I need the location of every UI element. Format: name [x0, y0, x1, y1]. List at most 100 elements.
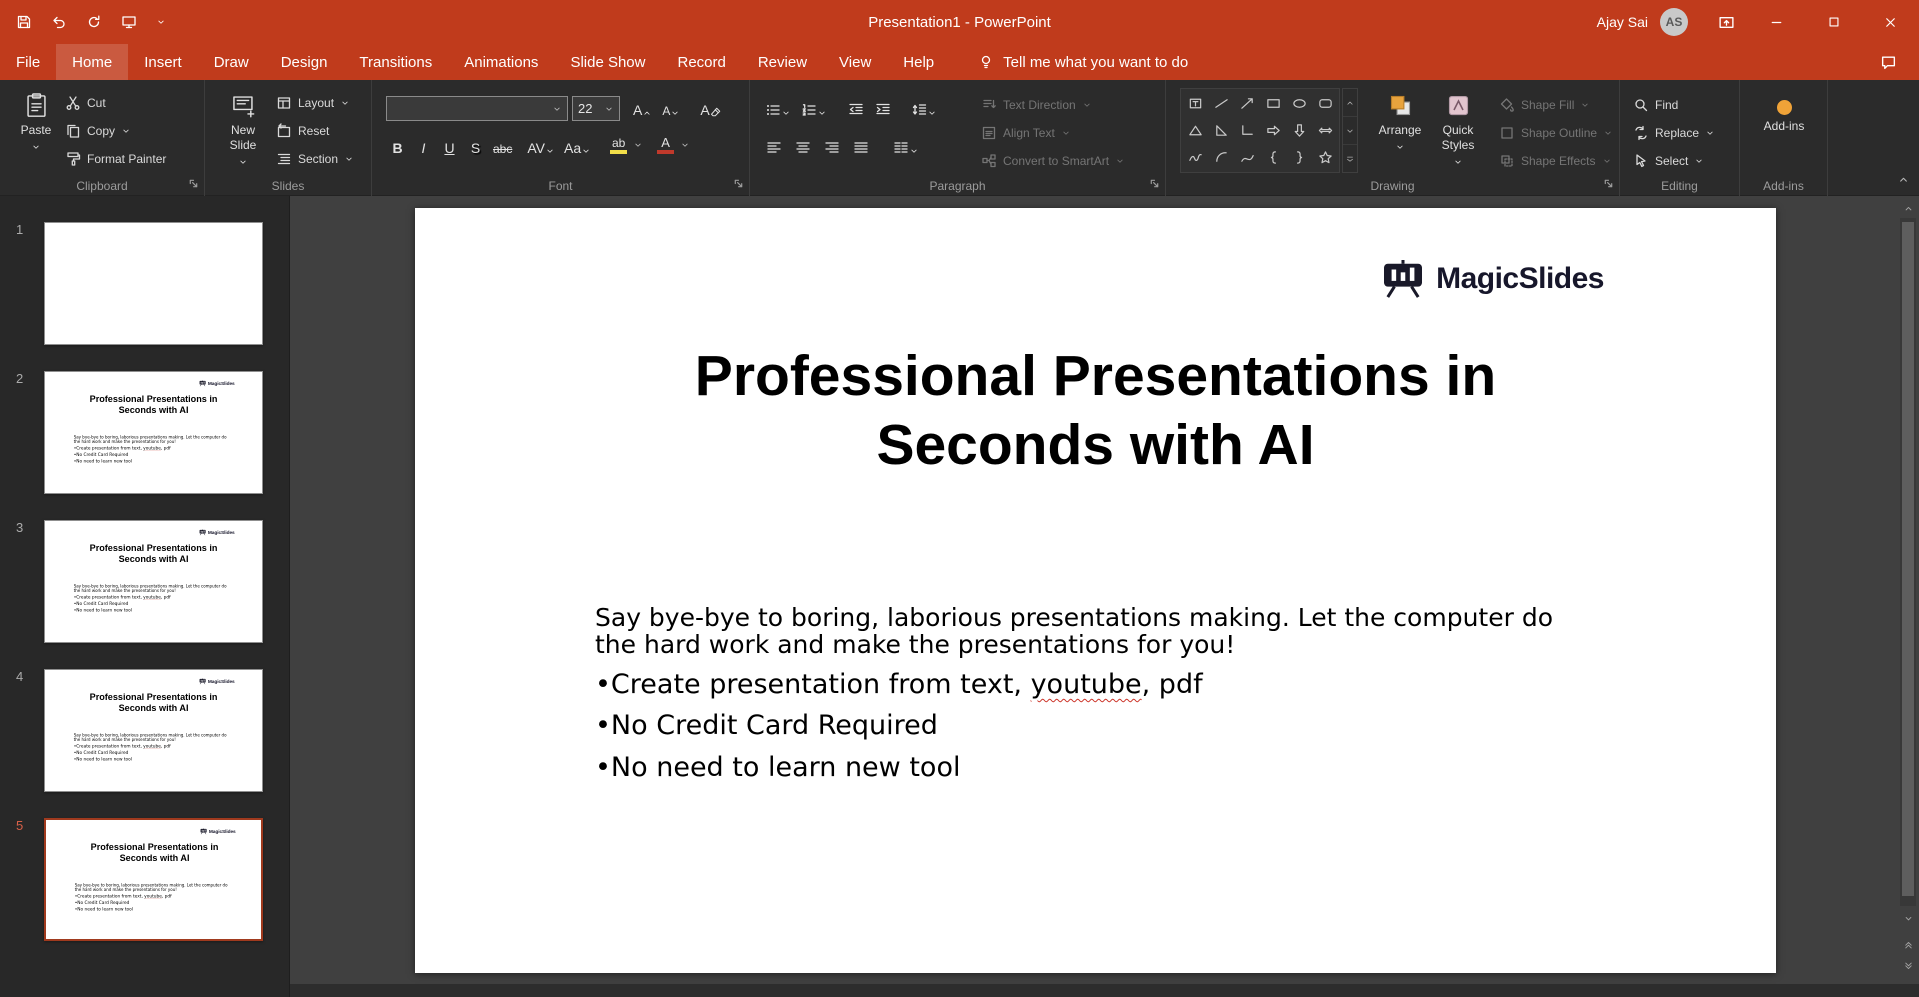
paste-button[interactable]: Paste: [8, 86, 64, 152]
shape-arrow-right-button[interactable]: [1260, 117, 1286, 144]
slide-thumbnail-2[interactable]: MagicSlides Professional Presentations i…: [44, 371, 263, 494]
cut-button[interactable]: Cut: [62, 90, 109, 116]
quick-styles-button[interactable]: QuickStyles: [1430, 86, 1486, 167]
save-icon[interactable]: [16, 14, 32, 30]
font-color-button[interactable]: A: [654, 132, 677, 158]
tab-review[interactable]: Review: [742, 44, 823, 80]
shape-line-button[interactable]: [1208, 90, 1234, 117]
slide-thumbnail-3[interactable]: MagicSlides Professional Presentations i…: [44, 520, 263, 643]
font-name-select[interactable]: [386, 96, 568, 121]
character-spacing-button[interactable]: AV: [524, 132, 558, 158]
tab-insert[interactable]: Insert: [128, 44, 198, 80]
tab-animations[interactable]: Animations: [448, 44, 554, 80]
select-button[interactable]: Select: [1630, 148, 1707, 174]
chevron-down-icon[interactable]: [680, 140, 690, 150]
shape-elbow-connector-button[interactable]: [1234, 117, 1260, 144]
font-size-select[interactable]: 22: [572, 96, 620, 121]
change-case-button[interactable]: Aa: [561, 132, 594, 158]
slide-title[interactable]: Professional Presentations in Seconds wi…: [55, 393, 253, 415]
replace-button[interactable]: Replace: [1630, 120, 1718, 146]
shape-arrow-button[interactable]: [1234, 90, 1260, 117]
slide-body-text[interactable]: Say bye-bye to boring, laborious present…: [74, 435, 245, 463]
tab-help[interactable]: Help: [887, 44, 950, 80]
tab-home[interactable]: Home: [56, 44, 128, 80]
shape-fill-button[interactable]: Shape Fill: [1496, 92, 1593, 118]
scroll-down-button[interactable]: [1900, 910, 1916, 926]
shape-rectangle-button[interactable]: [1260, 90, 1286, 117]
shape-text-box-button[interactable]: [1182, 90, 1208, 117]
tab-draw[interactable]: Draw: [198, 44, 265, 80]
maximize-button[interactable]: [1805, 0, 1862, 44]
gallery-more-button[interactable]: [1343, 145, 1357, 172]
slide-title[interactable]: Professional Presentations in Seconds wi…: [55, 691, 253, 713]
shape-double-arrow-button[interactable]: [1312, 117, 1338, 144]
clear-formatting-button[interactable]: A: [697, 94, 724, 120]
tell-me-box[interactable]: Tell me what you want to do: [978, 44, 1188, 80]
gallery-down-button[interactable]: [1343, 117, 1357, 145]
shape-right-brace-button[interactable]: [1286, 144, 1312, 171]
text-direction-button[interactable]: Text Direction: [978, 92, 1095, 118]
shape-triangle-button[interactable]: [1182, 117, 1208, 144]
numbering-button[interactable]: [798, 94, 830, 120]
slide-body-text[interactable]: Say bye-bye to boring, laborious present…: [74, 733, 245, 761]
bold-button[interactable]: B: [386, 132, 409, 158]
previous-slide-button[interactable]: [1900, 936, 1916, 952]
slide-title[interactable]: Professional Presentations in Seconds wi…: [475, 342, 1716, 480]
underline-button[interactable]: U: [438, 132, 461, 158]
collapse-ribbon-button[interactable]: [1897, 173, 1910, 189]
strikethrough-button[interactable]: abc: [490, 132, 515, 158]
add-ins-button[interactable]: Add-ins: [1756, 86, 1812, 134]
ribbon-display-options-icon[interactable]: [1704, 0, 1748, 44]
shape-arrow-down-button[interactable]: [1286, 117, 1312, 144]
scroll-up-button[interactable]: [1900, 200, 1916, 216]
comments-icon[interactable]: [1880, 44, 1897, 80]
bullets-button[interactable]: [762, 94, 794, 120]
tab-slide-show[interactable]: Slide Show: [554, 44, 661, 80]
drawing-dialog-launcher[interactable]: [1603, 178, 1614, 192]
align-left-button[interactable]: [762, 132, 785, 158]
format-painter-button[interactable]: Format Painter: [62, 146, 169, 172]
italic-button[interactable]: I: [412, 132, 435, 158]
slide-title[interactable]: Professional Presentations in Seconds wi…: [55, 542, 253, 564]
copy-button[interactable]: Copy: [62, 118, 134, 144]
tab-transitions[interactable]: Transitions: [343, 44, 448, 80]
slide-canvas[interactable]: MagicSlides Professional Presentations i…: [415, 208, 1776, 973]
shape-scribble-button[interactable]: [1182, 144, 1208, 171]
slide-body-text[interactable]: Say bye-bye to boring, laborious present…: [74, 584, 245, 612]
convert-to-smartart-button[interactable]: Convert to SmartArt: [978, 148, 1128, 174]
align-center-button[interactable]: [791, 132, 814, 158]
find-button[interactable]: Find: [1630, 92, 1681, 118]
slide-thumbnail-1[interactable]: [44, 222, 263, 345]
avatar[interactable]: AS: [1660, 8, 1688, 36]
tab-file[interactable]: File: [0, 44, 56, 80]
line-spacing-button[interactable]: [908, 94, 940, 120]
shape-rounded-rectangle-button[interactable]: [1312, 90, 1338, 117]
reset-button[interactable]: Reset: [273, 118, 332, 144]
vertical-scrollbar-track[interactable]: [1900, 218, 1916, 906]
font-dialog-launcher[interactable]: [733, 178, 744, 192]
align-right-button[interactable]: [820, 132, 843, 158]
tab-record[interactable]: Record: [661, 44, 741, 80]
slide-body-text[interactable]: Say bye-bye to boring, laborious present…: [75, 883, 246, 911]
slide-thumbnail-4[interactable]: MagicSlides Professional Presentations i…: [44, 669, 263, 792]
grow-font-button[interactable]: A: [630, 94, 655, 120]
layout-button[interactable]: Layout: [273, 90, 353, 116]
redo-icon[interactable]: [86, 14, 102, 30]
slide-title[interactable]: Professional Presentations in Seconds wi…: [56, 841, 254, 863]
slideshow-icon[interactable]: [121, 14, 137, 30]
clipboard-dialog-launcher[interactable]: [188, 178, 199, 192]
slide-thumbnail-5-selected[interactable]: MagicSlides Professional Presentations i…: [44, 818, 263, 941]
shape-outline-button[interactable]: Shape Outline: [1496, 120, 1616, 146]
text-highlight-color-button[interactable]: ab: [607, 132, 630, 158]
slide-body-text[interactable]: Say bye-bye to boring, laborious present…: [595, 604, 1665, 782]
undo-icon[interactable]: [51, 14, 67, 30]
shape-arc-button[interactable]: [1208, 144, 1234, 171]
shape-oval-button[interactable]: [1286, 90, 1312, 117]
user-name[interactable]: Ajay Sai: [1597, 14, 1648, 30]
minimize-button[interactable]: [1748, 0, 1805, 44]
shape-curve-button[interactable]: [1234, 144, 1260, 171]
chevron-down-icon[interactable]: [633, 140, 643, 150]
tab-design[interactable]: Design: [265, 44, 344, 80]
align-text-button[interactable]: Align Text: [978, 120, 1074, 146]
gallery-up-button[interactable]: [1343, 89, 1357, 117]
